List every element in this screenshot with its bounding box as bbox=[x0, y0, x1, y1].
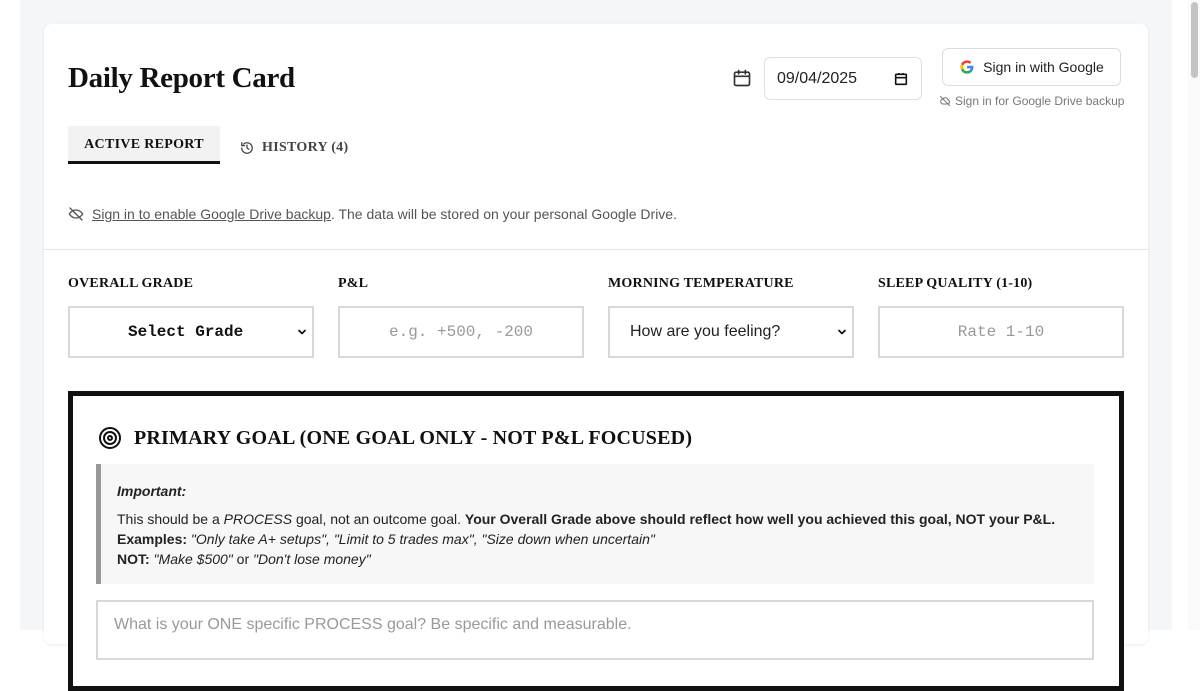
primary-goal-header: PRIMARY GOAL (ONE GOAL ONLY - NOT P&L FO… bbox=[98, 426, 692, 450]
chevron-down-icon bbox=[838, 329, 846, 335]
google-logo-icon bbox=[960, 60, 974, 74]
google-sign-in-button[interactable]: Sign in with Google bbox=[942, 48, 1121, 86]
important-line-examples: Examples: "Only take A+ setups", "Limit … bbox=[117, 531, 655, 547]
pnl-placeholder: e.g. +500, -200 bbox=[388, 323, 534, 341]
sleep-quality-placeholder: Rate 1-10 bbox=[957, 323, 1045, 341]
google-button-label: Sign in with Google bbox=[983, 59, 1104, 75]
primary-goal-section: PRIMARY GOAL (ONE GOAL ONLY - NOT P&L FO… bbox=[68, 391, 1124, 691]
important-note: Important: This should be a PROCESS goal… bbox=[96, 464, 1094, 584]
history-icon bbox=[241, 142, 253, 154]
pnl-input[interactable]: e.g. +500, -200 bbox=[338, 306, 584, 358]
drive-sign-in-link[interactable]: Sign in to enable Google Drive backup bbox=[92, 206, 331, 222]
date-picker-input[interactable]: 09/04/2025 bbox=[764, 57, 922, 100]
scrollbar[interactable] bbox=[1188, 0, 1200, 630]
overall-grade-select[interactable]: Select Grade bbox=[68, 306, 314, 358]
tab-history-label: HISTORY (4) bbox=[262, 140, 349, 155]
chevron-down-icon bbox=[298, 329, 306, 335]
sleep-quality-field: SLEEP QUALITY (1-10) Rate 1-10 bbox=[878, 276, 1124, 358]
sleep-quality-input[interactable]: Rate 1-10 bbox=[878, 306, 1124, 358]
morning-temperature-value: How are you feeling? bbox=[630, 323, 781, 340]
sleep-quality-label: SLEEP QUALITY (1-10) bbox=[878, 276, 1033, 291]
eye-off-icon bbox=[68, 207, 84, 221]
tab-active-report[interactable]: ACTIVE REPORT bbox=[68, 126, 220, 164]
important-line-process: This should be a PROCESS goal, not an ou… bbox=[117, 511, 1056, 527]
calendar-picker-icon[interactable] bbox=[893, 71, 909, 87]
google-hint-text: Sign in for Google Drive backup bbox=[955, 94, 1125, 108]
tab-active-report-label: ACTIVE REPORT bbox=[84, 136, 204, 152]
overall-grade-label: OVERALL GRADE bbox=[68, 276, 194, 291]
cloud-off-icon bbox=[940, 96, 950, 106]
pnl-label: P&L bbox=[338, 276, 369, 291]
primary-goal-input[interactable]: What is your ONE specific PROCESS goal? … bbox=[96, 600, 1094, 660]
morning-temperature-label: MORNING TEMPERATURE bbox=[608, 276, 794, 291]
section-divider bbox=[44, 249, 1148, 250]
report-card: Daily Report Card 09/04/2025 Sign in wit… bbox=[44, 24, 1148, 691]
overall-grade-value: Select Grade bbox=[128, 323, 244, 341]
primary-goal-placeholder: What is your ONE specific PROCESS goal? … bbox=[114, 616, 632, 633]
overall-grade-field: OVERALL GRADE Select Grade bbox=[68, 276, 314, 358]
scrollbar-thumb[interactable] bbox=[1191, 2, 1198, 78]
calendar-icon bbox=[733, 69, 751, 87]
morning-temperature-field: MORNING TEMPERATURE How are you feeling? bbox=[608, 276, 854, 358]
primary-goal-title: PRIMARY GOAL (ONE GOAL ONLY - NOT P&L FO… bbox=[134, 426, 693, 449]
important-line-not: NOT: "Make $500" or "Don't lose money" bbox=[117, 551, 371, 567]
drive-notice-text: . The data will be stored on your person… bbox=[330, 206, 677, 222]
drive-backup-notice: Sign in to enable Google Drive backup. T… bbox=[68, 206, 677, 222]
morning-temperature-select[interactable]: How are you feeling? bbox=[608, 306, 854, 358]
page-title: Daily Report Card bbox=[68, 62, 295, 94]
google-drive-hint: Sign in for Google Drive backup bbox=[939, 94, 1125, 108]
tab-history[interactable]: HISTORY (4) bbox=[240, 126, 348, 164]
important-label: Important: bbox=[117, 483, 187, 499]
date-value: 09/04/2025 bbox=[777, 69, 858, 87]
target-icon bbox=[99, 427, 121, 449]
pnl-field: P&L e.g. +500, -200 bbox=[338, 276, 584, 358]
